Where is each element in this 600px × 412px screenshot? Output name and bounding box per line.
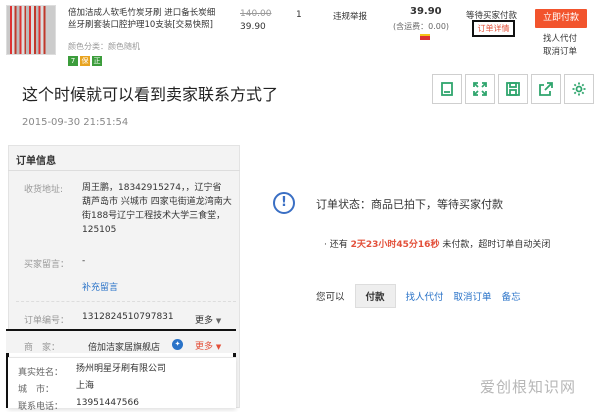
current-price: 39.90 [240, 22, 266, 32]
phone-order-icon [420, 34, 430, 40]
settings-icon[interactable] [564, 74, 594, 104]
expand-icon[interactable] [465, 74, 495, 104]
guarantee-badge: 保 [80, 56, 90, 66]
city-label: 城 市： [18, 385, 55, 395]
service-badges: 7 保 正 [68, 56, 102, 66]
agent-pay-link[interactable]: 找人代付 [543, 32, 577, 44]
product-title-link[interactable]: 倍加洁成人软毛竹炭牙刷 进口备长炭细丝牙刷套装口腔护理10支装[交易快照] [68, 7, 218, 31]
chevron-down-icon: ▼ [215, 343, 222, 351]
pay-button[interactable]: 付款 [354, 284, 396, 308]
bookmark-icon[interactable] [432, 74, 462, 104]
message-value: - [82, 256, 86, 266]
watermark: 爱创根知识网 [480, 378, 577, 396]
cancel-order-link[interactable]: 取消订单 [543, 45, 577, 57]
caption-text: 这个时候就可以看到卖家联系方式了 [22, 85, 279, 104]
more-dropdown[interactable]: 更多 ▼ [195, 313, 221, 326]
address-value: 周王鹏，18342915274，，辽宁省 葫芦岛市 兴城市 四家屯街道龙湾南大街… [82, 183, 232, 235]
authentic-badge: 正 [92, 56, 102, 66]
order-number-label: 订单编号： [24, 316, 70, 326]
chat-icon[interactable]: ✦ [172, 339, 183, 350]
order-detail-link[interactable]: 订单详情 [472, 20, 515, 37]
add-message-link[interactable]: 补充留言 [82, 280, 118, 293]
divider [8, 170, 240, 171]
cancel-order-link[interactable]: 取消订单 [454, 289, 492, 303]
quantity: 1 [296, 10, 302, 20]
action-toolbar [432, 74, 594, 104]
shipping-fee: (含运费：0.00) [393, 22, 450, 31]
product-thumbnail[interactable] [6, 5, 56, 55]
order-number: 1312824510797831 [82, 312, 174, 322]
seller-label: 商 家： [24, 343, 61, 353]
order-total: 39.90 [410, 6, 442, 17]
real-name-value: 扬州明星牙刷有限公司 [76, 364, 167, 374]
chevron-down-icon: ▼ [215, 317, 222, 325]
seller-more-label: 更多 [195, 342, 214, 352]
divider [16, 301, 236, 302]
remaining-time-notice: · 还有 2天23小时45分16秒 未付款，超时订单自动关闭 [324, 237, 550, 250]
save-icon[interactable] [498, 74, 528, 104]
seller-more-dropdown[interactable]: 更多 ▼ [195, 339, 221, 352]
remain-prefix: · 还有 [324, 240, 348, 250]
timestamp: 2015-09-30 21:51:54 [22, 117, 129, 128]
more-label: 更多 [195, 316, 214, 326]
remain-suffix: 未付款，超时订单自动关闭 [442, 240, 551, 250]
real-name-label: 真实姓名： [18, 368, 64, 378]
share-icon[interactable] [531, 74, 561, 104]
city-value: 上海 [76, 381, 95, 391]
seller-name-link[interactable]: 倍加洁家居旗舰店 [88, 340, 160, 353]
info-icon: ! [273, 192, 295, 214]
order-status-text: 订单状态：商品已拍下，等待买家付款 [316, 198, 503, 211]
order-row: 倍加洁成人软毛竹炭牙刷 进口备长炭细丝牙刷套装口腔护理10支装[交易快照] 颜色… [0, 0, 600, 68]
memo-link[interactable]: 备忘 [502, 289, 521, 303]
order-info-title: 订单信息 [16, 156, 56, 167]
agent-pay-link[interactable]: 找人代付 [406, 289, 444, 303]
pay-now-button[interactable]: 立即付款 [535, 9, 587, 28]
address-label: 收货地址: [24, 185, 64, 195]
original-price: 140.00 [240, 9, 272, 19]
phone-label: 联系电话： [18, 402, 64, 412]
remaining-time: 2天23小时45分16秒 [350, 240, 440, 250]
order-actions: 您可以 付款 找人代付 取消订单 备忘 [316, 284, 521, 308]
report-violation-link[interactable]: 违规举报 [333, 10, 367, 22]
seven-day-return-badge: 7 [68, 56, 78, 66]
actions-label: 您可以 [316, 292, 345, 303]
product-attribute: 颜色分类：颜色随机 [68, 42, 140, 51]
message-label: 买家留言： [24, 260, 70, 270]
